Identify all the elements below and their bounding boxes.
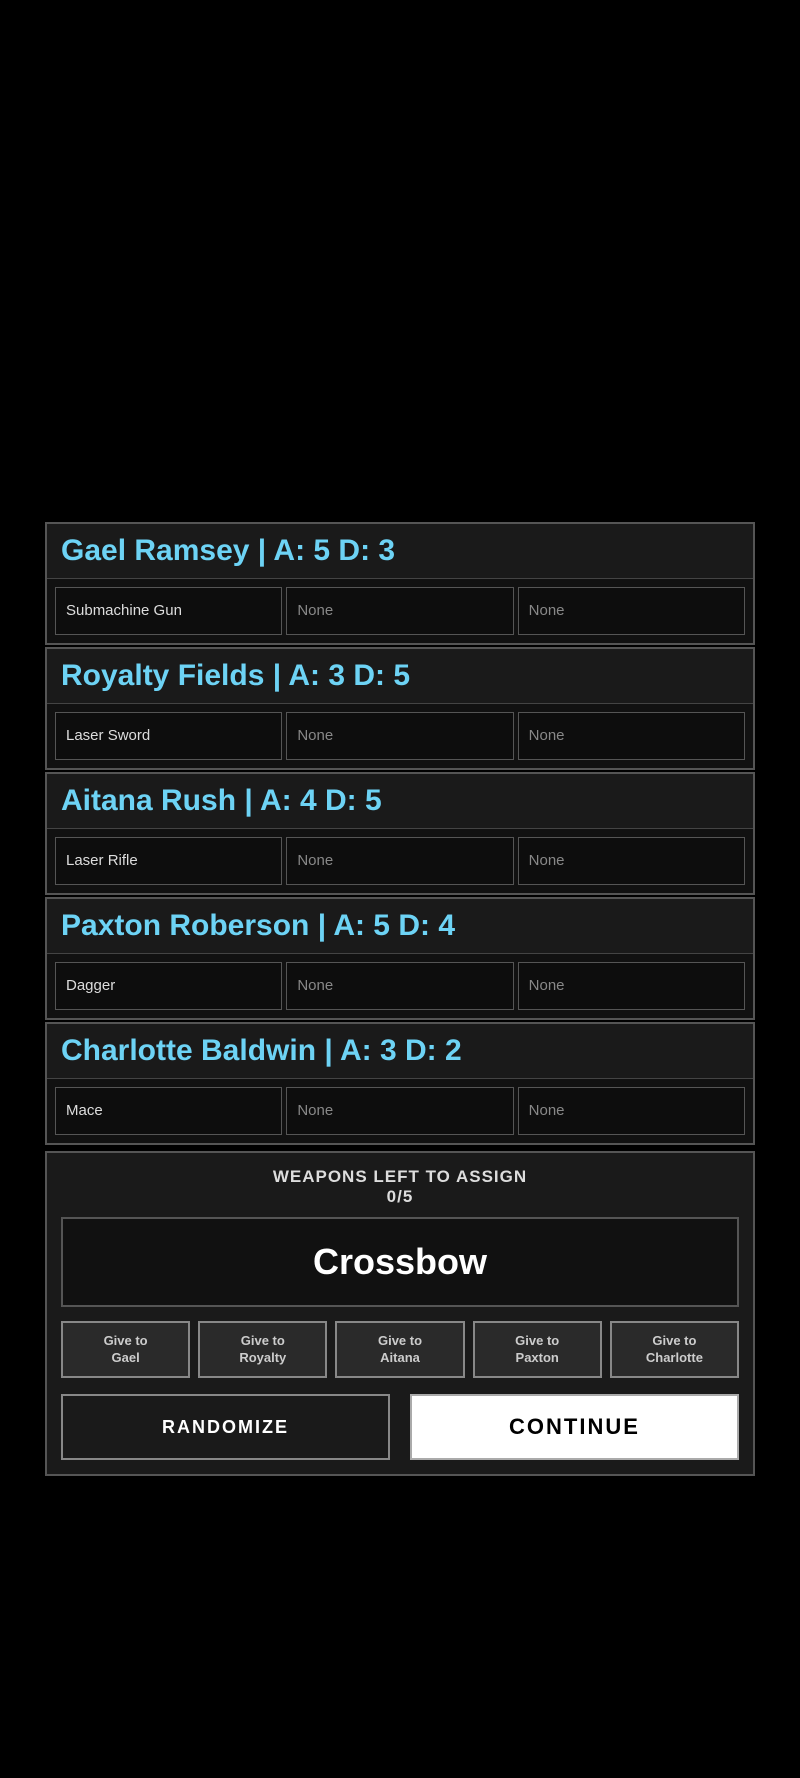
weapons-counter: WEAPONS LEFT TO ASSIGN 0/5 <box>273 1167 527 1207</box>
weapon-slot-gael-1[interactable]: Submachine Gun <box>55 587 282 635</box>
weapon-slot-aitana-2[interactable]: None <box>286 837 513 885</box>
weapons-counter-label: WEAPONS LEFT TO ASSIGN <box>273 1167 527 1187</box>
give-to-charlotte-button[interactable]: Give toCharlotte <box>610 1321 739 1379</box>
character-header-paxton: Paxton Roberson | A: 5 D: 4 <box>47 899 753 954</box>
give-to-royalty-button[interactable]: Give toRoyalty <box>198 1321 327 1379</box>
weapon-slots-aitana: Laser Rifle None None <box>47 829 753 893</box>
weapon-slot-paxton-2[interactable]: None <box>286 962 513 1010</box>
give-to-aitana-button[interactable]: Give toAitana <box>335 1321 464 1379</box>
weapon-slot-paxton-3[interactable]: None <box>518 962 745 1010</box>
character-card-royalty: Royalty Fields | A: 3 D: 5 Laser Sword N… <box>45 647 755 770</box>
weapon-slot-royalty-1[interactable]: Laser Sword <box>55 712 282 760</box>
weapon-slot-charlotte-1[interactable]: Mace <box>55 1087 282 1135</box>
weapons-count: 0/5 <box>273 1187 527 1207</box>
give-buttons-row: Give toGael Give toRoyalty Give toAitana… <box>61 1321 739 1379</box>
current-weapon-display: Crossbow <box>61 1217 739 1307</box>
give-to-paxton-button[interactable]: Give toPaxton <box>473 1321 602 1379</box>
character-card-charlotte: Charlotte Baldwin | A: 3 D: 2 Mace None … <box>45 1022 755 1145</box>
weapon-slot-aitana-3[interactable]: None <box>518 837 745 885</box>
randomize-button[interactable]: RANDOMIZE <box>61 1394 390 1460</box>
character-card-gael: Gael Ramsey | A: 5 D: 3 Submachine Gun N… <box>45 522 755 645</box>
weapon-slot-aitana-1[interactable]: Laser Rifle <box>55 837 282 885</box>
character-header-royalty: Royalty Fields | A: 3 D: 5 <box>47 649 753 704</box>
weapon-slot-paxton-1[interactable]: Dagger <box>55 962 282 1010</box>
weapon-slot-gael-3[interactable]: None <box>518 587 745 635</box>
action-buttons-row: RANDOMIZE CONTINUE <box>61 1394 739 1460</box>
weapon-slot-gael-2[interactable]: None <box>286 587 513 635</box>
weapon-slots-charlotte: Mace None None <box>47 1079 753 1143</box>
weapon-slot-royalty-3[interactable]: None <box>518 712 745 760</box>
weapon-slot-charlotte-2[interactable]: None <box>286 1087 513 1135</box>
weapon-slots-gael: Submachine Gun None None <box>47 579 753 643</box>
weapon-slots-paxton: Dagger None None <box>47 954 753 1018</box>
weapon-slot-charlotte-3[interactable]: None <box>518 1087 745 1135</box>
character-card-aitana: Aitana Rush | A: 4 D: 5 Laser Rifle None… <box>45 772 755 895</box>
weapon-slots-royalty: Laser Sword None None <box>47 704 753 768</box>
character-card-paxton: Paxton Roberson | A: 5 D: 4 Dagger None … <box>45 897 755 1020</box>
continue-button[interactable]: CONTINUE <box>410 1394 739 1460</box>
character-header-charlotte: Charlotte Baldwin | A: 3 D: 2 <box>47 1024 753 1079</box>
bottom-section: WEAPONS LEFT TO ASSIGN 0/5 Crossbow Give… <box>45 1151 755 1477</box>
weapon-slot-royalty-2[interactable]: None <box>286 712 513 760</box>
give-to-gael-button[interactable]: Give toGael <box>61 1321 190 1379</box>
character-header-gael: Gael Ramsey | A: 5 D: 3 <box>47 524 753 579</box>
main-container: Gael Ramsey | A: 5 D: 3 Submachine Gun N… <box>45 522 755 1477</box>
character-header-aitana: Aitana Rush | A: 4 D: 5 <box>47 774 753 829</box>
